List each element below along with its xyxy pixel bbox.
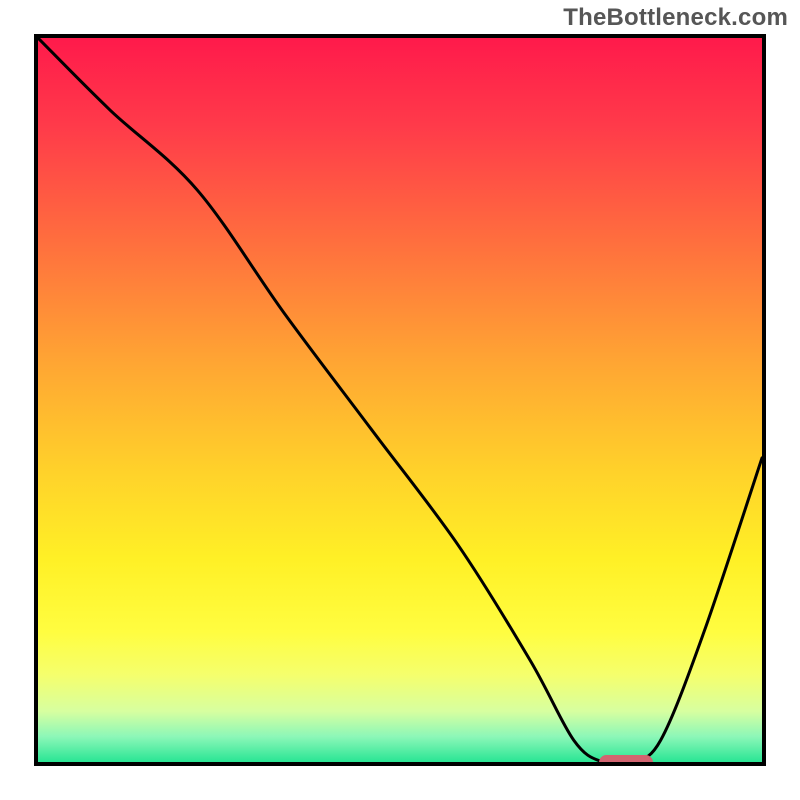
plot-area <box>34 34 766 766</box>
watermark-text: TheBottleneck.com <box>563 4 788 32</box>
chart-frame: TheBottleneck.com <box>0 0 800 800</box>
plot-svg <box>38 38 762 762</box>
gradient-background <box>38 38 762 762</box>
